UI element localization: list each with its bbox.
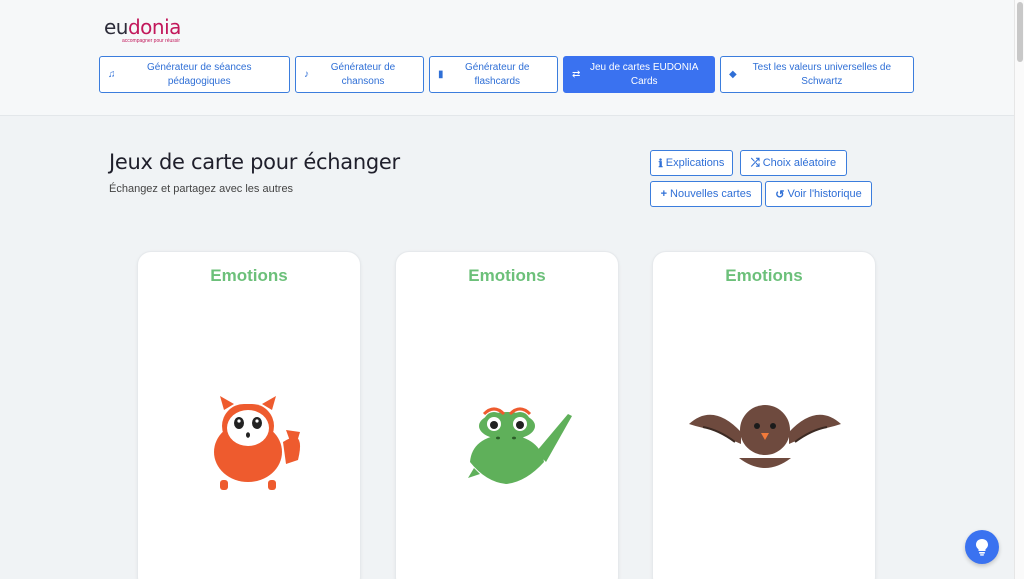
logo-donia-text: donia — [127, 15, 181, 39]
nav-schwartz-button[interactable]: ◆ Test les valeurs universelles de Schwa… — [720, 56, 914, 93]
logo-eu-text: eu — [104, 15, 128, 39]
nav-cards-label: Jeu de cartes EUDONIA Cards — [590, 61, 699, 87]
page-title: Jeux de carte pour échanger — [109, 150, 400, 174]
page-subtitle: Échangez et partagez avec les autres — [109, 183, 294, 195]
plus-icon: + — [660, 188, 668, 200]
new-cards-button[interactable]: + Nouvelles cartes — [650, 181, 762, 207]
card-icon: ▮ — [438, 68, 444, 80]
nav-flashcards-label: Générateur de flashcards — [465, 61, 530, 87]
history-label: Voir l'historique — [787, 188, 862, 200]
lightbulb-icon — [976, 539, 988, 556]
nav-seances-label: Générateur de séances pédagogiques — [146, 61, 252, 87]
logo-tagline: accompagner pour réussir — [122, 38, 181, 44]
orange-cat-creature — [214, 396, 301, 490]
logo-wordmark: eudonia — [104, 16, 204, 38]
music-icon: ♪ — [304, 68, 309, 80]
help-button[interactable] — [965, 530, 999, 564]
green-frog-creature — [468, 407, 572, 484]
cube-icon: ◆ — [729, 68, 737, 80]
eudonia-logo[interactable]: eudonia accompagner pour réussir — [104, 16, 204, 46]
new-cards-label: Nouvelles cartes — [670, 188, 752, 200]
nav-schwartz-label: Test les valeurs universelles de Schwart… — [752, 61, 892, 87]
nav-seances-button[interactable]: ♫ Générateur de séances pédagogiques — [99, 56, 290, 93]
brown-bird-creature — [689, 405, 841, 468]
page-scrollbar[interactable] — [1014, 0, 1024, 579]
app-header: eudonia accompagner pour réussir ♫ Génér… — [0, 0, 1014, 116]
nav-cards-button[interactable]: ⇄ Jeu de cartes EUDONIA Cards — [563, 56, 715, 93]
shuffle-icon: ⤮ — [750, 156, 760, 169]
random-choice-label: Choix aléatoire — [762, 157, 837, 169]
emotion-card[interactable]: Emotions — [395, 251, 619, 579]
scrollbar-thumb[interactable] — [1017, 2, 1023, 62]
emotion-card[interactable]: Emotions — [137, 251, 361, 579]
nav-chansons-label: Générateur de chansons — [330, 61, 396, 87]
explications-button[interactable]: ℹ Explications — [650, 150, 733, 176]
explications-label: Explications — [665, 157, 725, 169]
history-icon: ↺ — [775, 188, 785, 201]
random-choice-button[interactable]: ⤮ Choix aléatoire — [740, 150, 847, 176]
shuffle-people-icon: ⇄ — [572, 68, 581, 80]
info-icon: ℹ — [658, 157, 663, 170]
emotion-card[interactable]: Emotions — [652, 251, 876, 579]
history-button[interactable]: ↺ Voir l'historique — [765, 181, 872, 207]
music-note-icon: ♫ — [108, 68, 116, 80]
nav-flashcards-button[interactable]: ▮ Générateur de flashcards — [429, 56, 558, 93]
nav-chansons-button[interactable]: ♪ Générateur de chansons — [295, 56, 424, 93]
